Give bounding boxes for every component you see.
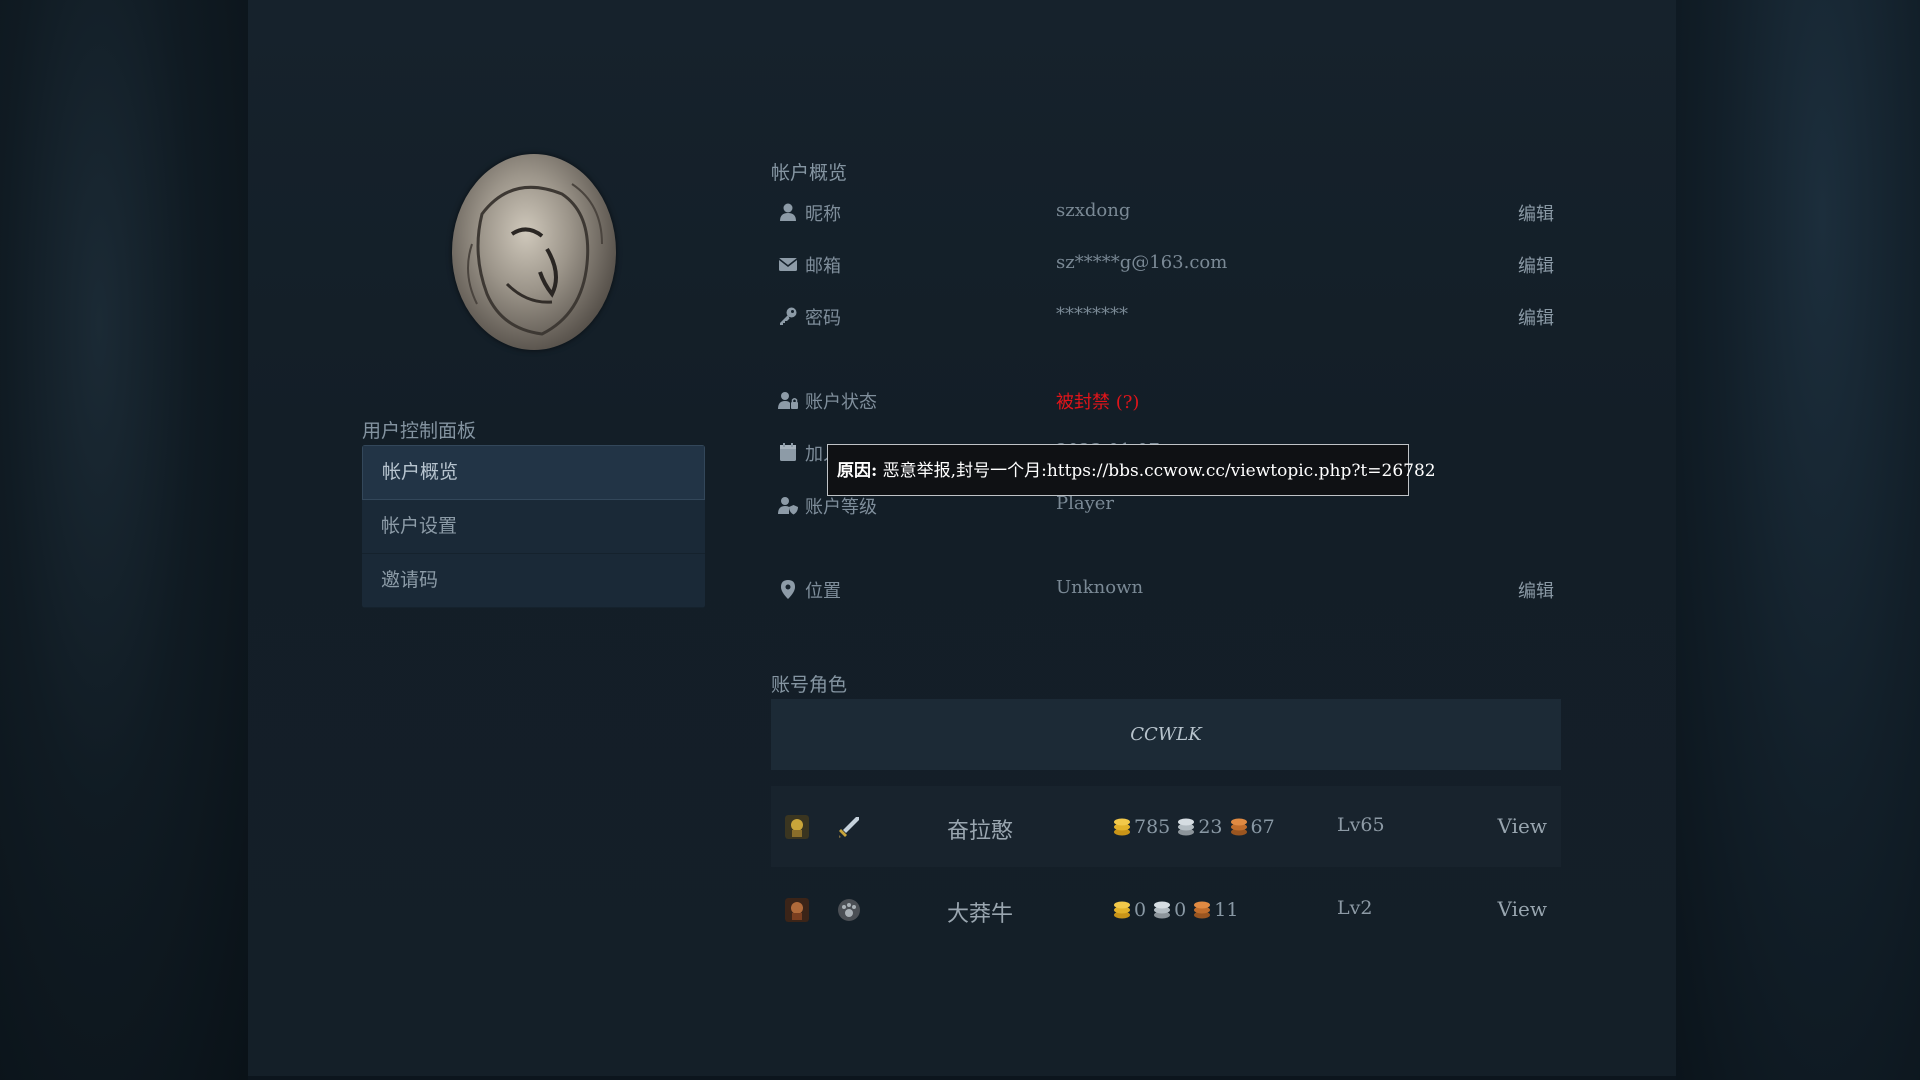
- view-character-button[interactable]: View: [1498, 897, 1547, 921]
- race-icon: [785, 898, 809, 922]
- sidebar-item-invite-code[interactable]: 邀请码: [362, 554, 705, 608]
- characters-title: 账号角色: [771, 674, 848, 696]
- sidebar-item-account-settings[interactable]: 帐户设置: [362, 500, 705, 554]
- nickname-edit-button[interactable]: 编辑: [1518, 200, 1554, 226]
- gold-coin-icon: [1114, 818, 1130, 836]
- email-label: 邮箱: [805, 256, 841, 277]
- password-label: 密码: [805, 308, 841, 329]
- copper-amount: 11: [1214, 899, 1239, 921]
- avatar-portrait-image: [467, 183, 603, 336]
- location-label: 位置: [805, 581, 841, 602]
- silver-coin-icon: [1154, 901, 1171, 919]
- nickname-label: 昵称: [805, 204, 841, 225]
- copper-coin-icon: [1194, 901, 1211, 919]
- nickname-row: 昵称 szxdong 编辑: [778, 198, 1554, 228]
- status-row: 账户状态 被封禁 (?): [778, 386, 1554, 416]
- class-icon-paw: [838, 899, 860, 921]
- character-level: Lv65: [1337, 814, 1385, 836]
- status-label: 账户状态: [805, 392, 877, 413]
- status-value-banned[interactable]: 被封禁 (?): [1056, 388, 1139, 414]
- location-edit-button[interactable]: 编辑: [1518, 577, 1554, 603]
- key-icon: [780, 307, 797, 325]
- password-row: 密码 ******** 编辑: [778, 302, 1554, 332]
- map-marker-icon: [781, 580, 795, 599]
- email-edit-button[interactable]: 编辑: [1518, 252, 1554, 278]
- gold-coin-icon: [1114, 901, 1130, 919]
- location-row: 位置 Unknown 编辑: [778, 575, 1554, 605]
- silver-amount: 0: [1174, 899, 1187, 921]
- envelope-icon: [778, 258, 798, 271]
- sidebar-title: 用户控制面板: [362, 420, 477, 442]
- email-value: sz*****g@163.com: [1056, 252, 1228, 273]
- background-right: [1676, 0, 1920, 1080]
- character-row: 大莽牛 0 0 11 Lv2 View: [771, 869, 1561, 950]
- character-row: 奋拉憨 785 23 67 Lv65 View: [771, 786, 1561, 867]
- tooltip-label: 原因:: [837, 461, 878, 481]
- email-row: 邮箱 sz*****g@163.com 编辑: [778, 250, 1554, 280]
- copper-coin-icon: [1230, 818, 1247, 836]
- user-lock-icon: [778, 392, 798, 409]
- character-name: 奋拉憨: [947, 819, 1014, 844]
- avatar: [452, 154, 616, 350]
- character-money: 785 23 67: [1112, 815, 1275, 838]
- gold-amount: 785: [1134, 816, 1171, 838]
- character-level: Lv2: [1337, 897, 1373, 919]
- race-icon: [785, 815, 809, 839]
- sidebar-item-account-overview[interactable]: 帐户概览: [362, 445, 705, 500]
- tooltip-text: 恶意举报,封号一个月:https://bbs.ccwow.cc/viewtopi…: [877, 461, 1436, 481]
- copper-amount: 67: [1250, 816, 1275, 838]
- location-value: Unknown: [1056, 577, 1144, 598]
- background-left: [0, 0, 248, 1080]
- silver-amount: 23: [1198, 816, 1223, 838]
- user-icon: [780, 203, 796, 221]
- character-name: 大莽牛: [947, 902, 1014, 927]
- user-shield-icon: [778, 497, 798, 515]
- character-money: 0 0 11: [1112, 898, 1238, 921]
- password-value: ********: [1056, 304, 1128, 325]
- class-icon-sword: [839, 817, 859, 838]
- sidebar-menu: 帐户概览 帐户设置 邀请码: [362, 445, 705, 608]
- nickname-value: szxdong: [1056, 200, 1131, 221]
- realm-name: CCWLK: [771, 699, 1561, 770]
- silver-coin-icon: [1178, 818, 1195, 836]
- password-edit-button[interactable]: 编辑: [1518, 304, 1554, 330]
- gold-amount: 0: [1134, 899, 1147, 921]
- view-character-button[interactable]: View: [1498, 814, 1547, 838]
- ban-reason-tooltip: 原因: 恶意举报,封号一个月:https://bbs.ccwow.cc/view…: [827, 444, 1436, 496]
- calendar-icon: [780, 443, 796, 461]
- overview-title: 帐户概览: [771, 162, 848, 184]
